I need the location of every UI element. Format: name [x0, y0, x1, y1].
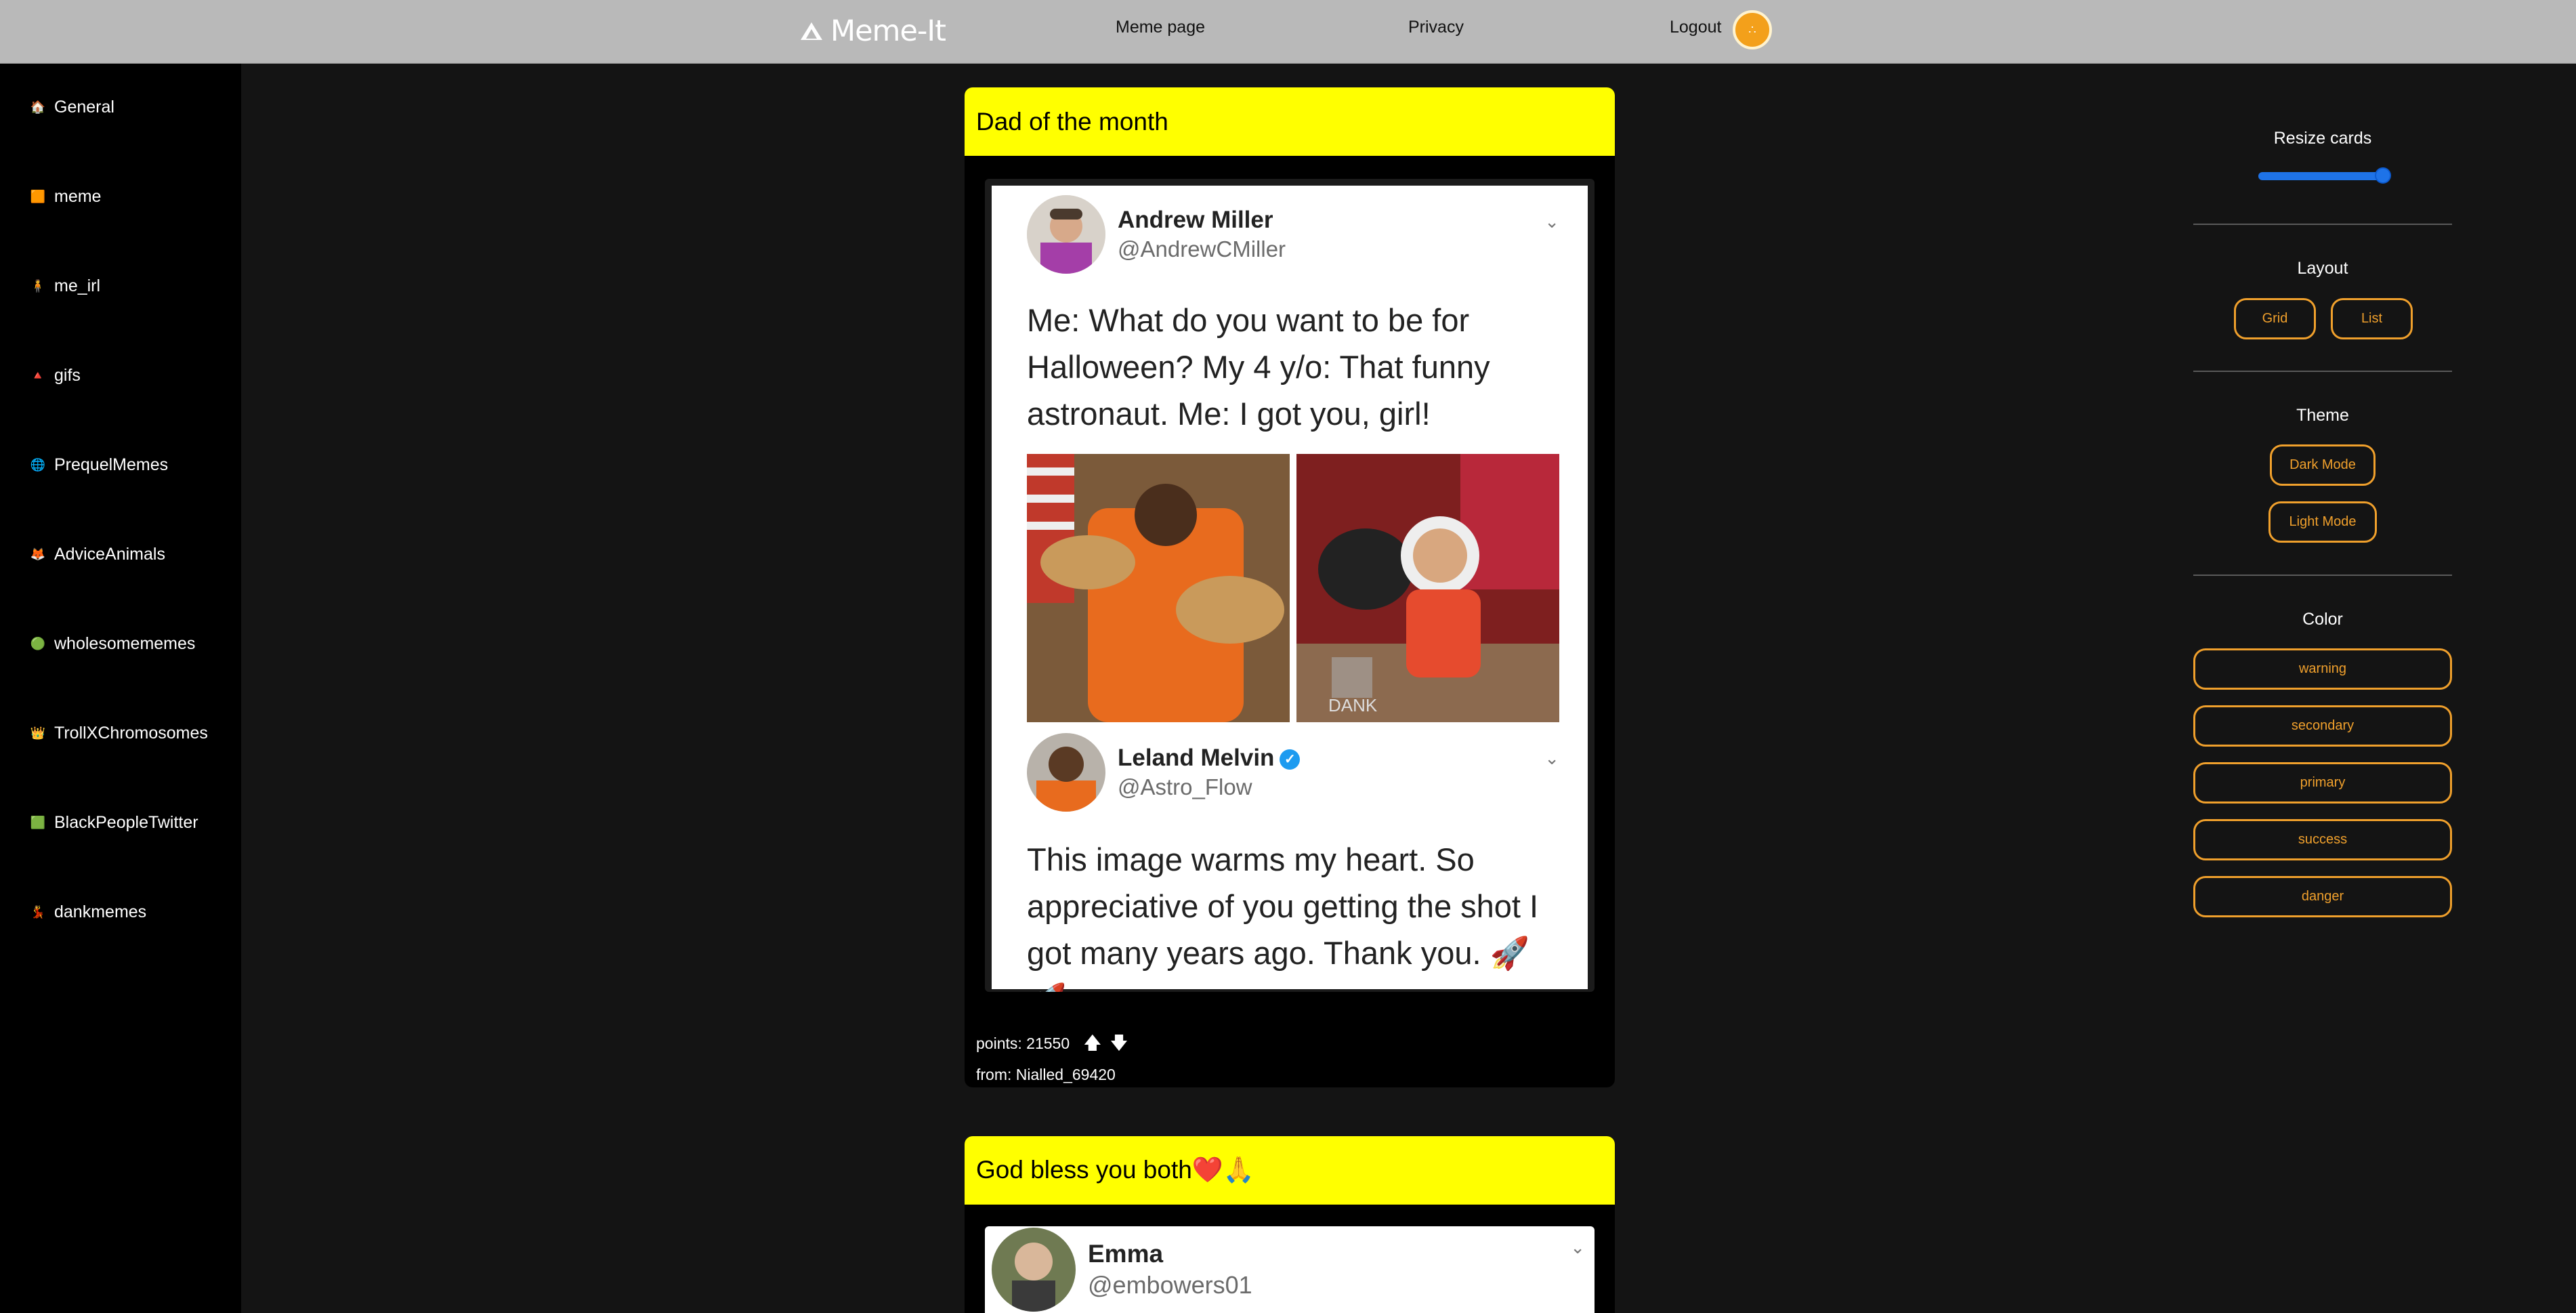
sidebar-item-general[interactable]: 🏠 General: [30, 93, 114, 121]
sidebar-item-blackpeopletwitter[interactable]: 🟩 BlackPeopleTwitter: [30, 809, 198, 836]
author-avatar-photo: [1027, 195, 1105, 274]
sidebar-item-dankmemes[interactable]: 💃 dankmemes: [30, 898, 146, 925]
sidebar-item-label: AdviceAnimals: [54, 544, 165, 564]
light-mode-button[interactable]: Light Mode: [2268, 501, 2377, 543]
avatar: [992, 1228, 1076, 1312]
meme-card: God bless you both❤️🙏 Emma @embowers01 ⌄: [965, 1136, 1615, 1313]
nav-privacy-link[interactable]: Privacy: [1408, 18, 1464, 37]
tweet-text: This image warms my heart. So appreciati…: [1027, 841, 1539, 992]
panel-divider: [2193, 575, 2452, 576]
troll-icon: 👑: [30, 726, 46, 740]
layout-grid-button[interactable]: Grid: [2234, 298, 2316, 339]
color-warning-button[interactable]: warning: [2193, 648, 2452, 690]
tweet-screenshot: Andrew Miller @AndrewCMiller ⌄ Me: What …: [992, 186, 1588, 992]
avatar: [1027, 195, 1105, 274]
author-avatar-photo: [1027, 733, 1105, 812]
bpt-icon: 🟩: [30, 815, 46, 829]
dank-watermark: DANK: [1328, 695, 1378, 715]
layout-title: Layout: [2297, 259, 2348, 278]
color-secondary-button[interactable]: secondary: [2193, 705, 2452, 747]
user-avatar[interactable]: ∴: [1733, 10, 1772, 49]
dank-icon: 💃: [30, 904, 46, 919]
sidebar-item-label: me_irl: [54, 276, 101, 295]
panel-divider: [2193, 371, 2452, 372]
sidebar-item-prequelmemes[interactable]: 🌐 PrequelMemes: [30, 451, 168, 478]
resize-cards-title: Resize cards: [2273, 129, 2372, 148]
sidebar-item-label: wholesomememes: [54, 633, 196, 653]
tweet-author-handle: @AndrewCMiller: [1118, 236, 1286, 262]
resize-slider[interactable]: [2258, 172, 2383, 180]
points-row: points: 21550 🡅 🡇: [976, 1030, 1128, 1060]
chevron-down-icon: ⌄: [1570, 1237, 1585, 1257]
avatar: [1027, 733, 1105, 812]
sidebar-item-label: PrequelMemes: [54, 455, 169, 474]
sidebar-item-label: BlackPeopleTwitter: [54, 812, 198, 832]
panel-divider: [2193, 224, 2452, 225]
sidebar-item-wholesomememes[interactable]: 🟢 wholesomememes: [30, 630, 196, 657]
home-icon: 🏠: [30, 100, 46, 114]
top-navbar: Meme-It Meme page Privacy Logout ∴: [0, 0, 2576, 64]
meme-image[interactable]: Emma @embowers01 ⌄: [985, 1226, 1595, 1313]
points-label: points: 21550: [976, 1035, 1070, 1052]
sidebar-item-gifs[interactable]: 🔺 gifs: [30, 362, 81, 389]
advice-icon: 🦊: [30, 547, 46, 561]
downvote-arrow-icon[interactable]: 🡇: [1110, 1030, 1128, 1060]
upvote-arrow-icon[interactable]: 🡅: [1084, 1030, 1102, 1060]
tweet-author-name: Leland Melvin ✓: [1118, 745, 1301, 772]
wholesome-icon: 🟢: [30, 636, 46, 650]
tweet-author-name: Andrew Miller: [1118, 207, 1273, 233]
sidebar-item-label: meme: [54, 186, 102, 206]
brand-logo[interactable]: Meme-It: [799, 12, 946, 50]
tweet-author-row: Andrew Miller @AndrewCMiller: [1027, 195, 1286, 274]
tweet-author-row: Leland Melvin ✓ @Astro_Flow: [1027, 733, 1301, 812]
color-primary-button[interactable]: primary: [2193, 762, 2452, 804]
tweet-photos: DANK: [1027, 454, 1559, 722]
tweet-author-handle: @Astro_Flow: [1118, 774, 1252, 799]
chevron-down-icon: ⌄: [1544, 748, 1559, 768]
color-danger-button[interactable]: danger: [2193, 876, 2452, 917]
card-title: God bless you both❤️🙏: [965, 1136, 1615, 1205]
sidebar-item-meme[interactable]: 🟧 meme: [30, 183, 102, 210]
sidebar-item-label: dankmemes: [54, 902, 147, 921]
chevron-down-icon: ⌄: [1544, 211, 1559, 232]
meme-image[interactable]: Andrew Miller @AndrewCMiller ⌄ Me: What …: [985, 179, 1595, 992]
meme-icon: 🟧: [30, 189, 46, 203]
person-icon: 🧍: [30, 278, 46, 293]
tweet-author-row: Emma @embowers01: [992, 1228, 1252, 1312]
sidebar-item-adviceanimals[interactable]: 🦊 AdviceAnimals: [30, 541, 165, 568]
sidebar-item-label: TrollXChromosomes: [54, 723, 208, 743]
avatar-glyph: ∴: [1748, 22, 1756, 37]
brand-name: Meme-It: [830, 14, 946, 48]
brand-triangle-icon: [801, 22, 822, 40]
color-title: Color: [2302, 610, 2343, 629]
card-title: Dad of the month: [965, 87, 1615, 156]
theme-title: Theme: [2296, 406, 2349, 425]
tweet-author-handle: @embowers01: [1088, 1271, 1252, 1299]
nav-meme-page-link[interactable]: Meme page: [1116, 18, 1205, 37]
from-label: from: Nialled_69420: [976, 1066, 1116, 1083]
layout-list-button[interactable]: List: [2331, 298, 2413, 339]
resize-slider-handle[interactable]: [2375, 167, 2391, 184]
tweet-author-name: Emma: [1088, 1240, 1164, 1268]
tweet-text: Me: What do you want to be for Halloween…: [1027, 302, 1490, 432]
color-success-button[interactable]: success: [2193, 819, 2452, 860]
subreddit-sidebar: 🏠 General 🟧 meme 🧍 me_irl 🔺 gifs 🌐 Prequ…: [0, 64, 241, 1313]
author-avatar-photo: [992, 1228, 1076, 1312]
sidebar-item-me-irl[interactable]: 🧍 me_irl: [30, 272, 100, 299]
meme-card: Dad of the month Andrew Miller @AndrewCM…: [965, 87, 1615, 1087]
dark-mode-button[interactable]: Dark Mode: [2270, 444, 2376, 486]
sidebar-item-label: General: [54, 97, 114, 117]
prequel-icon: 🌐: [30, 457, 46, 472]
gif-icon: 🔺: [30, 368, 46, 382]
sidebar-item-trollxchromosomes[interactable]: 👑 TrollXChromosomes: [30, 720, 208, 747]
verified-icon: ✓: [1280, 749, 1301, 770]
sidebar-item-label: gifs: [54, 365, 81, 385]
nav-logout-link[interactable]: Logout: [1670, 18, 1721, 37]
